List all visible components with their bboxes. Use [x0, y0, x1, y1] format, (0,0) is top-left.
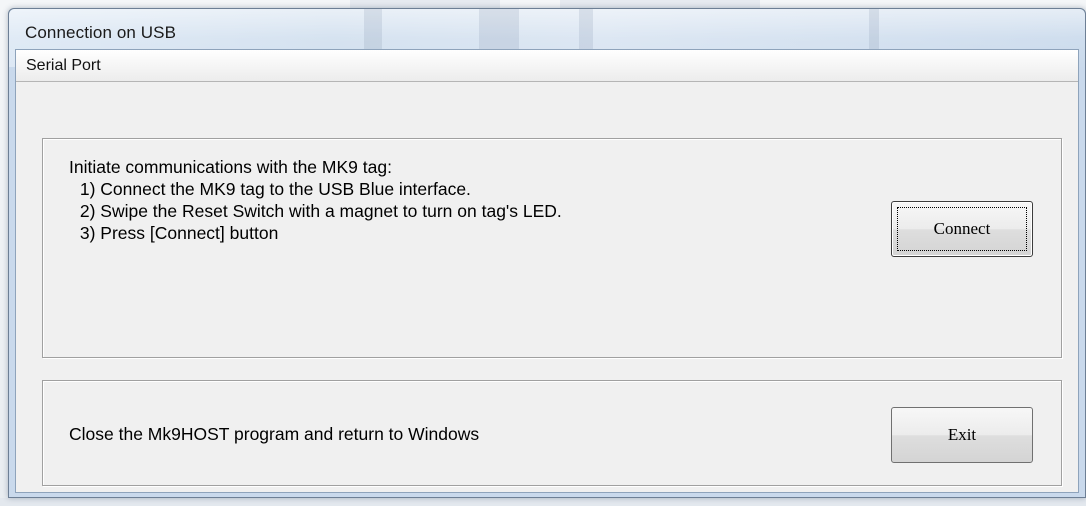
dialog-client-area: Serial Port Initiate communications with…	[15, 49, 1079, 493]
exit-description: Close the Mk9HOST program and return to …	[69, 424, 480, 444]
exit-group: Close the Mk9HOST program and return to …	[42, 380, 1062, 486]
connect-button[interactable]: Connect	[891, 201, 1033, 257]
connect-instructions: Initiate communications with the MK9 tag…	[69, 156, 562, 244]
instructions-heading: Initiate communications with the MK9 tag…	[69, 157, 392, 177]
connection-dialog: Connection on USB Serial Port Initiate c…	[8, 8, 1086, 498]
connect-button-label: Connect	[933, 219, 991, 238]
instruction-step: 3) Press [Connect] button	[75, 223, 279, 243]
titlebar-reflection	[364, 9, 382, 49]
tab-label: Serial Port	[26, 57, 101, 74]
titlebar-reflection	[479, 9, 519, 49]
exit-button-label: Exit	[947, 425, 977, 444]
backdrop-band	[0, 498, 1086, 506]
instruction-step: 2) Swipe the Reset Switch with a magnet …	[75, 201, 562, 221]
exit-button[interactable]: Exit	[891, 407, 1033, 463]
tab-serial-port[interactable]: Serial Port	[16, 50, 1078, 82]
titlebar-reflection	[869, 9, 879, 49]
titlebar-reflection	[579, 9, 593, 49]
window-title: Connection on USB	[25, 23, 177, 42]
instruction-step: 1) Connect the MK9 tag to the USB Blue i…	[75, 179, 471, 199]
connect-group: Initiate communications with the MK9 tag…	[42, 138, 1062, 358]
